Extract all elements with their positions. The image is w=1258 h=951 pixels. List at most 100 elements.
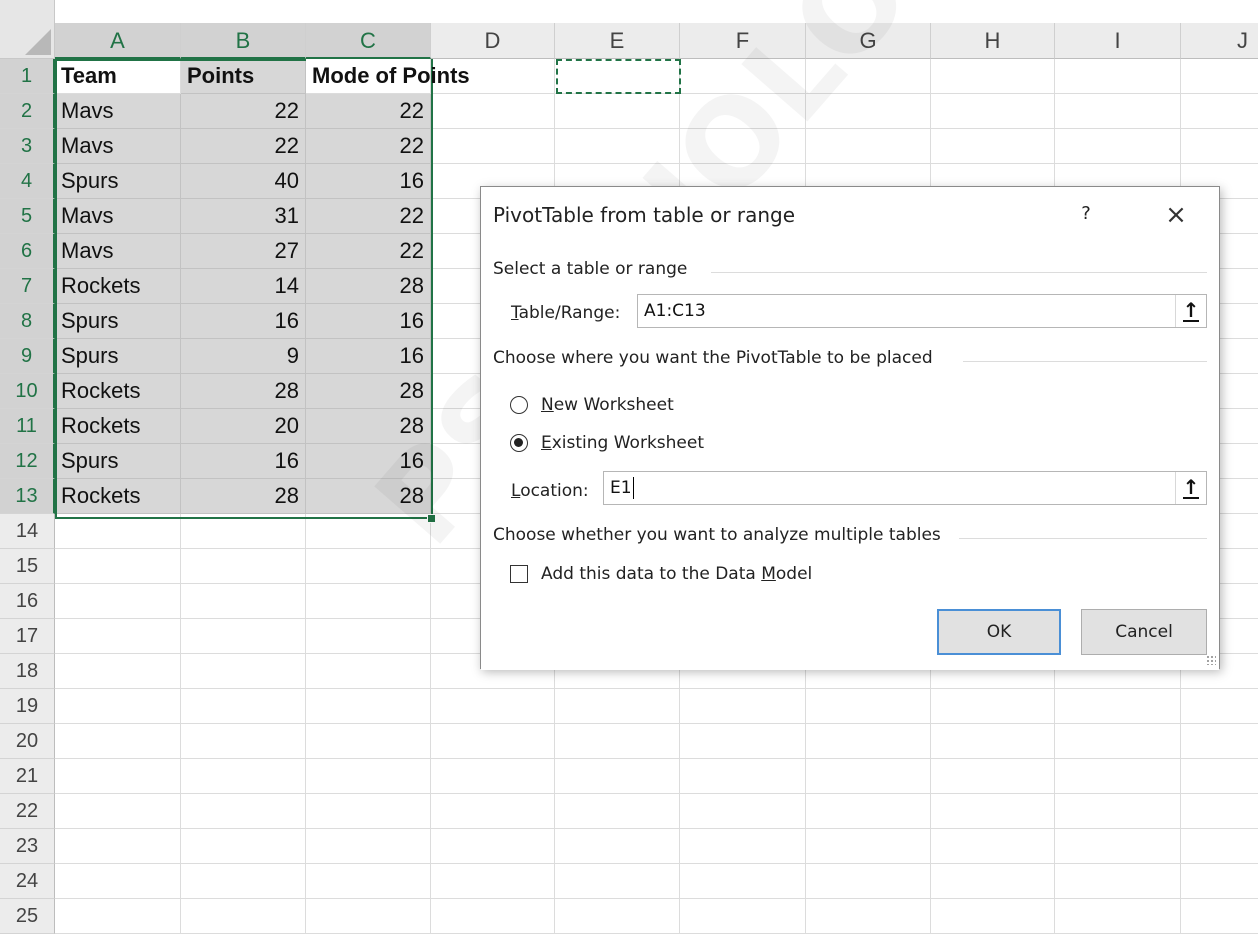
empty-cell[interactable] bbox=[181, 759, 306, 794]
table-cell[interactable]: Spurs bbox=[55, 444, 181, 479]
empty-cell[interactable] bbox=[1181, 129, 1258, 164]
empty-cell[interactable] bbox=[431, 864, 555, 899]
empty-cell[interactable] bbox=[1181, 794, 1258, 829]
empty-cell[interactable] bbox=[431, 689, 555, 724]
row-header[interactable]: 10 bbox=[0, 374, 55, 409]
table-cell[interactable]: 28 bbox=[306, 479, 431, 514]
empty-cell[interactable] bbox=[181, 724, 306, 759]
empty-cell[interactable] bbox=[680, 724, 806, 759]
empty-cell[interactable] bbox=[680, 94, 806, 129]
empty-cell[interactable] bbox=[555, 794, 680, 829]
empty-cell[interactable] bbox=[1181, 724, 1258, 759]
empty-cell[interactable] bbox=[1181, 59, 1258, 94]
empty-cell[interactable] bbox=[306, 549, 431, 584]
table-cell[interactable]: 22 bbox=[306, 94, 431, 129]
empty-cell[interactable] bbox=[55, 514, 181, 549]
empty-cell[interactable] bbox=[1055, 724, 1181, 759]
empty-cell[interactable] bbox=[555, 759, 680, 794]
empty-cell[interactable] bbox=[1055, 899, 1181, 934]
select-all-corner[interactable] bbox=[0, 0, 55, 59]
empty-cell[interactable] bbox=[806, 899, 931, 934]
empty-cell[interactable] bbox=[1055, 94, 1181, 129]
empty-cell[interactable] bbox=[306, 724, 431, 759]
table-cell[interactable]: Rockets bbox=[55, 269, 181, 304]
empty-cell[interactable] bbox=[931, 759, 1055, 794]
table-cell[interactable]: Rockets bbox=[55, 374, 181, 409]
table-cell[interactable]: 31 bbox=[181, 199, 306, 234]
empty-cell[interactable] bbox=[55, 829, 181, 864]
table-cell[interactable]: Mavs bbox=[55, 94, 181, 129]
column-header[interactable]: C bbox=[306, 23, 431, 59]
empty-cell[interactable] bbox=[431, 794, 555, 829]
row-header[interactable]: 19 bbox=[0, 689, 55, 724]
empty-cell[interactable] bbox=[806, 759, 931, 794]
fill-handle[interactable] bbox=[427, 514, 436, 523]
new-worksheet-label[interactable]: New Worksheet bbox=[541, 395, 674, 415]
close-button[interactable]: × bbox=[1159, 199, 1193, 233]
row-header[interactable]: 23 bbox=[0, 829, 55, 864]
row-header[interactable]: 16 bbox=[0, 584, 55, 619]
empty-cell[interactable] bbox=[306, 794, 431, 829]
empty-cell[interactable] bbox=[1055, 829, 1181, 864]
empty-cell[interactable] bbox=[555, 899, 680, 934]
table-cell[interactable]: 16 bbox=[181, 444, 306, 479]
table-header-cell[interactable]: Team bbox=[55, 59, 181, 94]
table-cell[interactable]: 22 bbox=[181, 129, 306, 164]
data-model-checkbox[interactable] bbox=[510, 565, 528, 583]
empty-cell[interactable] bbox=[306, 654, 431, 689]
resize-grip-icon[interactable] bbox=[1206, 655, 1216, 665]
empty-cell[interactable] bbox=[181, 619, 306, 654]
ok-button[interactable]: OK bbox=[937, 609, 1061, 655]
empty-cell[interactable] bbox=[806, 689, 931, 724]
empty-cell[interactable] bbox=[306, 514, 431, 549]
empty-cell[interactable] bbox=[1055, 129, 1181, 164]
row-header[interactable]: 2 bbox=[0, 94, 55, 129]
column-header[interactable]: F bbox=[680, 23, 806, 59]
empty-cell[interactable] bbox=[181, 654, 306, 689]
empty-cell[interactable] bbox=[431, 94, 555, 129]
empty-cell[interactable] bbox=[1181, 94, 1258, 129]
empty-cell[interactable] bbox=[431, 724, 555, 759]
empty-cell[interactable] bbox=[431, 829, 555, 864]
empty-cell[interactable] bbox=[181, 514, 306, 549]
empty-cell[interactable] bbox=[806, 129, 931, 164]
table-cell[interactable]: 27 bbox=[181, 234, 306, 269]
row-header[interactable]: 4 bbox=[0, 164, 55, 199]
table-cell[interactable]: 16 bbox=[306, 164, 431, 199]
empty-cell[interactable] bbox=[1181, 829, 1258, 864]
empty-cell[interactable] bbox=[1055, 864, 1181, 899]
row-header[interactable]: 17 bbox=[0, 619, 55, 654]
empty-cell[interactable] bbox=[181, 794, 306, 829]
empty-cell[interactable] bbox=[306, 864, 431, 899]
table-cell[interactable]: Rockets bbox=[55, 479, 181, 514]
empty-cell[interactable] bbox=[555, 829, 680, 864]
row-header[interactable]: 8 bbox=[0, 304, 55, 339]
empty-cell[interactable] bbox=[306, 689, 431, 724]
empty-cell[interactable] bbox=[931, 864, 1055, 899]
row-header[interactable]: 14 bbox=[0, 514, 55, 549]
empty-cell[interactable] bbox=[181, 899, 306, 934]
table-cell[interactable]: 16 bbox=[181, 304, 306, 339]
empty-cell[interactable] bbox=[931, 899, 1055, 934]
table-range-input[interactable]: A1:C13 ↑ bbox=[637, 294, 1207, 328]
empty-cell[interactable] bbox=[55, 724, 181, 759]
empty-cell[interactable] bbox=[55, 689, 181, 724]
empty-cell[interactable] bbox=[181, 549, 306, 584]
empty-cell[interactable] bbox=[806, 794, 931, 829]
table-cell[interactable]: 20 bbox=[181, 409, 306, 444]
empty-cell[interactable] bbox=[931, 829, 1055, 864]
empty-cell[interactable] bbox=[680, 759, 806, 794]
existing-worksheet-label[interactable]: Existing Worksheet bbox=[541, 433, 704, 453]
empty-cell[interactable] bbox=[1055, 689, 1181, 724]
table-cell[interactable]: 28 bbox=[306, 269, 431, 304]
new-worksheet-radio[interactable] bbox=[510, 396, 528, 414]
empty-cell[interactable] bbox=[680, 794, 806, 829]
column-header[interactable]: E bbox=[555, 23, 680, 59]
help-button[interactable]: ? bbox=[1071, 199, 1101, 229]
empty-cell[interactable] bbox=[1181, 864, 1258, 899]
table-cell[interactable]: 22 bbox=[306, 129, 431, 164]
table-cell[interactable]: Mavs bbox=[55, 129, 181, 164]
empty-cell[interactable] bbox=[55, 759, 181, 794]
empty-cell[interactable] bbox=[1181, 759, 1258, 794]
row-header[interactable]: 5 bbox=[0, 199, 55, 234]
